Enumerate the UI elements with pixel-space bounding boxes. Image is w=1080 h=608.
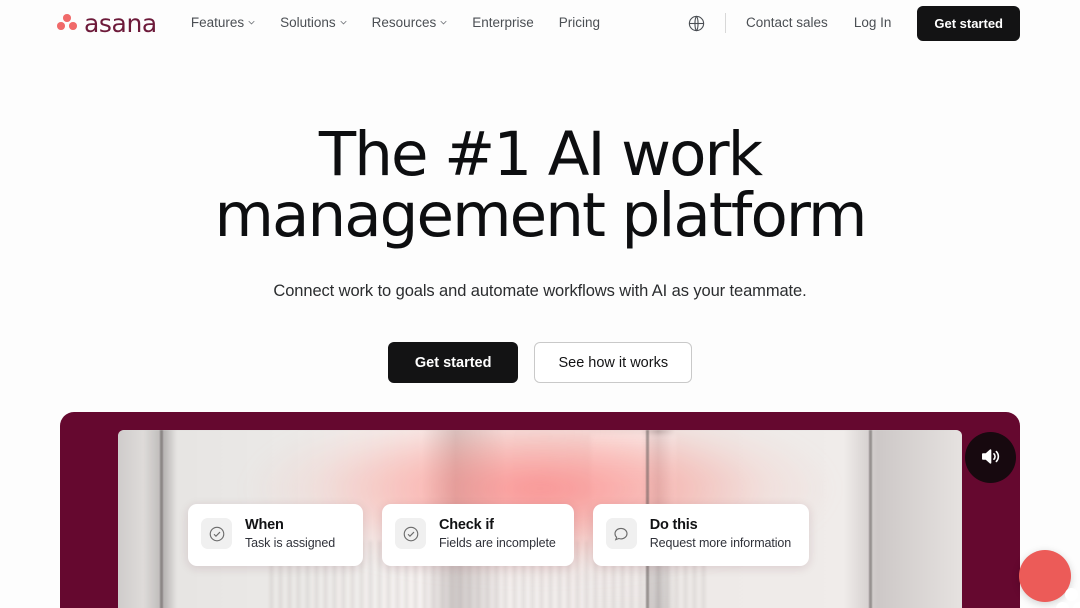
check-circle-icon [201, 518, 232, 550]
nav-item-enterprise-label: Enterprise [472, 15, 534, 31]
automation-card-do-this[interactable]: Do this Request more information [592, 504, 810, 566]
automation-card-do-this-title: Do this [649, 517, 698, 533]
automation-card-when-subtitle: Task is assigned [245, 535, 336, 550]
hero-video-frame: When Task is assigned Check if Fields ar… [60, 412, 1020, 608]
check-circle-icon [395, 518, 426, 550]
nav-item-solutions-label: Solutions [280, 15, 336, 31]
nav-item-solutions[interactable]: Solutions [280, 16, 347, 30]
nav-item-features[interactable]: Features [191, 16, 255, 30]
asana-logo-wordmark: asana [84, 8, 157, 38]
hero-subtitle: Connect work to goals and automate workf… [273, 282, 807, 300]
asana-logo[interactable]: asana [57, 11, 157, 36]
nav-divider [725, 13, 727, 33]
hero-section: The #1 AI work management platform Conne… [0, 46, 1080, 383]
speaker-icon [979, 445, 1002, 471]
nav-item-resources[interactable]: Resources [372, 16, 448, 30]
automation-rule-cards: When Task is assigned Check if Fields ar… [118, 504, 962, 566]
automation-card-check-if-subtitle: Fields are incomplete [439, 535, 556, 550]
hero-title-line-2: management platform [214, 180, 867, 251]
chevron-down-icon [440, 19, 447, 26]
see-how-it-works-button[interactable]: See how it works [534, 342, 693, 383]
automation-card-check-if[interactable]: Check if Fields are incomplete [382, 504, 574, 566]
video-sound-toggle-button[interactable] [965, 432, 1016, 483]
nav-item-pricing-label: Pricing [558, 15, 600, 31]
chevron-down-icon [340, 19, 347, 26]
nav-get-started-button[interactable]: Get started [917, 5, 1020, 41]
chat-widget-button[interactable] [1019, 550, 1080, 608]
hero-get-started-button[interactable]: Get started [387, 342, 519, 383]
nav-item-features-label: Features [190, 15, 245, 31]
top-navigation-bar: asana Features Solutions Resources Enter… [0, 0, 1080, 46]
automation-card-do-this-subtitle: Request more information [649, 535, 792, 550]
log-in-link[interactable]: Log In [854, 16, 892, 30]
nav-item-pricing[interactable]: Pricing [559, 16, 600, 30]
nav-item-resources-label: Resources [371, 15, 437, 31]
globe-icon[interactable] [685, 12, 707, 34]
automation-card-check-if-title: Check if [439, 517, 494, 533]
primary-nav-links: Features Solutions Resources Enterprise … [191, 16, 600, 30]
nav-item-enterprise[interactable]: Enterprise [472, 16, 534, 30]
hero-video-player[interactable]: When Task is assigned Check if Fields ar… [118, 430, 962, 608]
automation-card-when-title: When [245, 517, 284, 533]
hero-cta-group: Get started See how it works [0, 342, 1080, 383]
contact-sales-link[interactable]: Contact sales [746, 16, 828, 30]
page-title: The #1 AI work management platform [160, 124, 920, 246]
comment-bubble-icon [605, 518, 637, 550]
nav-right-cluster: Contact sales Log In Get started [685, 5, 1020, 41]
automation-card-when[interactable]: When Task is assigned [188, 504, 363, 566]
chevron-down-icon [248, 19, 255, 26]
asana-logo-mark-icon [57, 14, 77, 32]
